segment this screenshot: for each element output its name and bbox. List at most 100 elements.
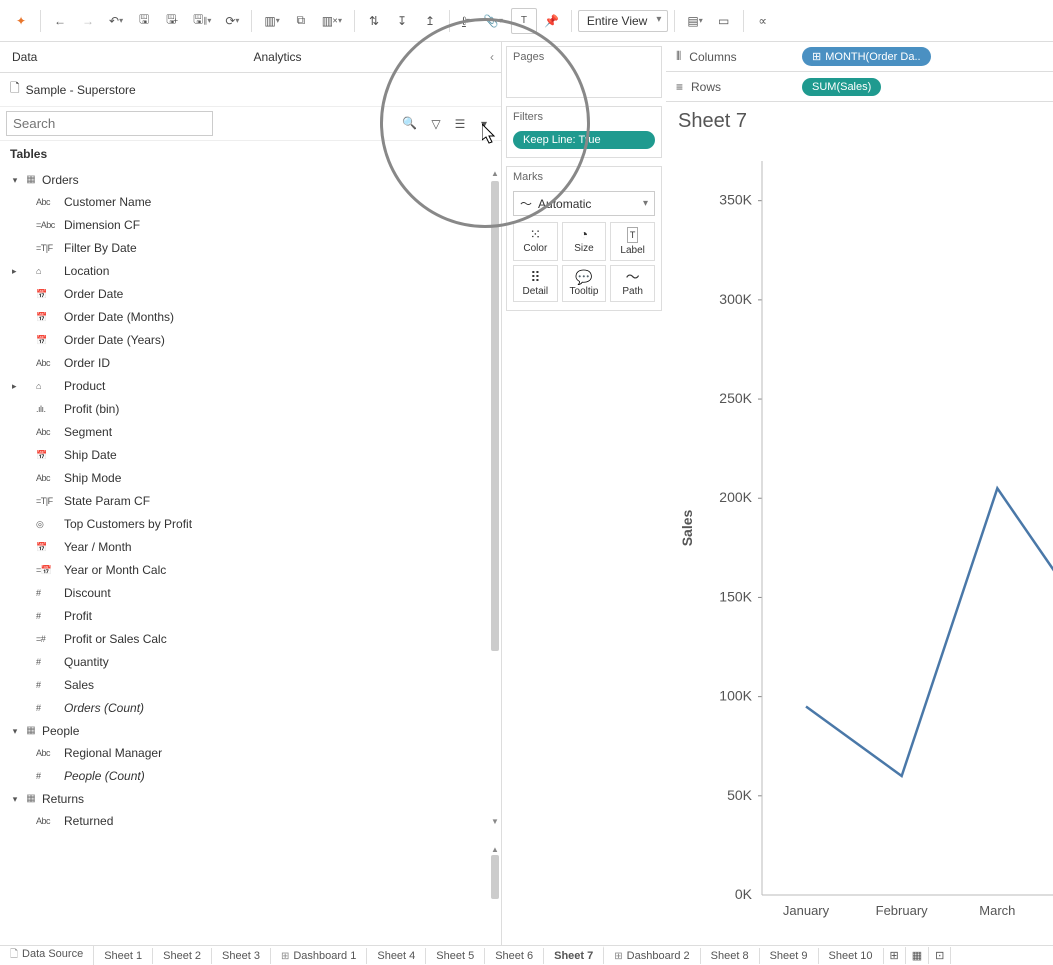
sheet-tab[interactable]: Sheet 8	[701, 948, 760, 964]
refresh-button[interactable]: ⟳▾	[219, 8, 245, 34]
sheet-tab[interactable]: 🗋Data Source	[0, 945, 94, 965]
sheet-tab[interactable]: Sheet 6	[485, 948, 544, 964]
duplicate-button[interactable]: ⧉	[288, 8, 314, 34]
marks-path-button[interactable]: 〜Path	[610, 265, 655, 302]
columns-shelf[interactable]: ⊞MONTH(Order Da..	[796, 44, 1053, 69]
data-pane-menu-button[interactable]: ▾	[473, 113, 495, 135]
sheet-tab[interactable]: Sheet 2	[153, 948, 212, 964]
pages-shelf[interactable]: Pages	[506, 46, 662, 98]
data-tab[interactable]: Data	[0, 42, 242, 72]
field-row[interactable]: =#Profit or Sales Calc	[0, 628, 489, 651]
filter-fields-button[interactable]: ▽	[425, 113, 447, 135]
field-row[interactable]: AbcReturned	[0, 810, 489, 833]
sort-desc-button[interactable]: ↥	[417, 8, 443, 34]
scroll-up-icon[interactable]: ▲	[489, 167, 501, 179]
field-row[interactable]: AbcRegional Manager	[0, 742, 489, 765]
mark-type-selector[interactable]: 〜 Automatic	[513, 191, 655, 216]
data-pane-scrollbar[interactable]: ▲ ▼	[489, 167, 501, 827]
field-row[interactable]: =📅Year or Month Calc	[0, 559, 489, 582]
undo-button[interactable]: ↶▾	[103, 8, 129, 34]
new-tab-button[interactable]: ⊡	[929, 947, 951, 964]
field-row[interactable]: =AbcDimension CF	[0, 214, 489, 237]
field-row[interactable]: #Profit	[0, 605, 489, 628]
field-row[interactable]: ▸⌂Product	[0, 375, 489, 398]
field-row[interactable]: AbcCustomer Name	[0, 191, 489, 214]
field-row[interactable]: 📅Ship Date	[0, 444, 489, 467]
scroll-down-icon[interactable]: ▼	[489, 941, 501, 945]
sheet-tab[interactable]: Sheet 9	[760, 948, 819, 964]
columns-pill-month[interactable]: ⊞MONTH(Order Da..	[802, 47, 931, 66]
sheet-tab[interactable]: Sheet 10	[819, 948, 884, 964]
sort-asc-button[interactable]: ↧	[389, 8, 415, 34]
marks-color-button[interactable]: ⁙Color	[513, 222, 558, 261]
show-cards-button[interactable]: ▤▾	[681, 8, 708, 34]
field-row[interactable]: AbcShip Mode	[0, 467, 489, 490]
field-row[interactable]: 📅Order Date	[0, 283, 489, 306]
new-worksheet-button[interactable]: ▥▾	[258, 8, 285, 34]
share-button[interactable]: ∝	[750, 8, 776, 34]
back-button[interactable]: ←	[47, 8, 73, 34]
save-button[interactable]: 🖫	[131, 8, 157, 34]
pin-button[interactable]: 📌	[539, 8, 565, 34]
field-row[interactable]: ◎Top Customers by Profit	[0, 513, 489, 536]
table-row[interactable]: ▾▦Orders	[0, 169, 489, 191]
field-row[interactable]: =T|FState Param CF	[0, 490, 489, 513]
sheet-tab[interactable]: Sheet 7	[544, 946, 604, 964]
rows-pill-sales[interactable]: SUM(Sales)	[802, 78, 881, 96]
sheet-title[interactable]: Sheet 7	[666, 102, 1053, 141]
clear-button[interactable]: ▥✕▾	[316, 8, 348, 34]
highlight-button[interactable]: ℓ▾	[456, 8, 476, 34]
filter-pill-keep-line[interactable]: Keep Line: True	[513, 131, 655, 149]
field-row[interactable]: #Discount	[0, 582, 489, 605]
swap-button[interactable]: ⇅	[361, 8, 387, 34]
field-row[interactable]: ▸⌂Location	[0, 260, 489, 283]
field-row[interactable]: #Returns (Count)	[0, 833, 489, 835]
search-input[interactable]	[6, 111, 213, 136]
show-labels-button[interactable]: T	[511, 8, 537, 34]
view-as-list-button[interactable]: ☰	[449, 113, 471, 135]
fit-selector[interactable]: Entire View	[578, 10, 668, 32]
table-row[interactable]: ▾▦People	[0, 720, 489, 742]
pause-auto-updates-button[interactable]: 🖫∥▾	[187, 8, 217, 34]
field-row[interactable]: AbcOrder ID	[0, 352, 489, 375]
scroll-up-icon[interactable]: ▲	[489, 843, 501, 855]
table-row[interactable]: ▾▦Returns	[0, 788, 489, 810]
datasource-row[interactable]: 🗋 Sample - Superstore	[0, 73, 501, 107]
group-button[interactable]: 📎▾	[478, 8, 509, 34]
field-row[interactable]: #Orders (Count)	[0, 697, 489, 720]
field-row[interactable]: =T|FFilter By Date	[0, 237, 489, 260]
chart-viewport[interactable]: 50K100K150K200K250K300K350K0KSalesJanuar…	[666, 141, 1053, 945]
scroll-thumb[interactable]	[491, 181, 499, 651]
new-tab-button[interactable]: ▦	[906, 947, 929, 964]
field-row[interactable]: 📅Order Date (Months)	[0, 306, 489, 329]
marks-label-button[interactable]: TLabel	[610, 222, 655, 261]
marks-detail-button[interactable]: ⠿Detail	[513, 265, 558, 302]
field-row[interactable]: #People (Count)	[0, 765, 489, 788]
new-data-source-button[interactable]: 🖫+	[159, 8, 185, 34]
param-scrollbar[interactable]: ▲ ▼	[489, 843, 501, 945]
field-row[interactable]: 📅Order Date (Years)	[0, 329, 489, 352]
scroll-thumb[interactable]	[491, 855, 499, 899]
scroll-down-icon[interactable]: ▼	[489, 815, 501, 827]
sheet-tab[interactable]: Sheet 4	[367, 948, 426, 964]
filters-shelf[interactable]: Filters Keep Line: True	[506, 106, 662, 158]
sheet-tab[interactable]: ⊞Dashboard 1	[271, 948, 367, 964]
field-row[interactable]: 📅Year / Month	[0, 536, 489, 559]
chart-line-series[interactable]	[806, 488, 1053, 776]
field-row[interactable]: #Quantity	[0, 651, 489, 674]
sheet-tab[interactable]: Sheet 1	[94, 948, 153, 964]
collapse-pane-button[interactable]: ‹	[483, 42, 501, 72]
presentation-mode-button[interactable]: ▭	[711, 8, 737, 34]
sheet-tab[interactable]: ⊞Dashboard 2	[604, 948, 700, 964]
field-row[interactable]: AbcSegment	[0, 421, 489, 444]
sheet-tab[interactable]: Sheet 3	[212, 948, 271, 964]
field-row[interactable]: .ılı.Profit (bin)	[0, 398, 489, 421]
marks-size-button[interactable]: ◔Size	[562, 222, 607, 261]
rows-shelf[interactable]: SUM(Sales)	[796, 75, 1053, 99]
sheet-tab[interactable]: Sheet 5	[426, 948, 485, 964]
marks-tooltip-button[interactable]: 💬Tooltip	[562, 265, 607, 302]
analytics-tab[interactable]: Analytics	[242, 42, 484, 72]
forward-button[interactable]: →	[75, 8, 101, 34]
field-row[interactable]: #Sales	[0, 674, 489, 697]
new-tab-button[interactable]: ⊞	[884, 947, 906, 964]
